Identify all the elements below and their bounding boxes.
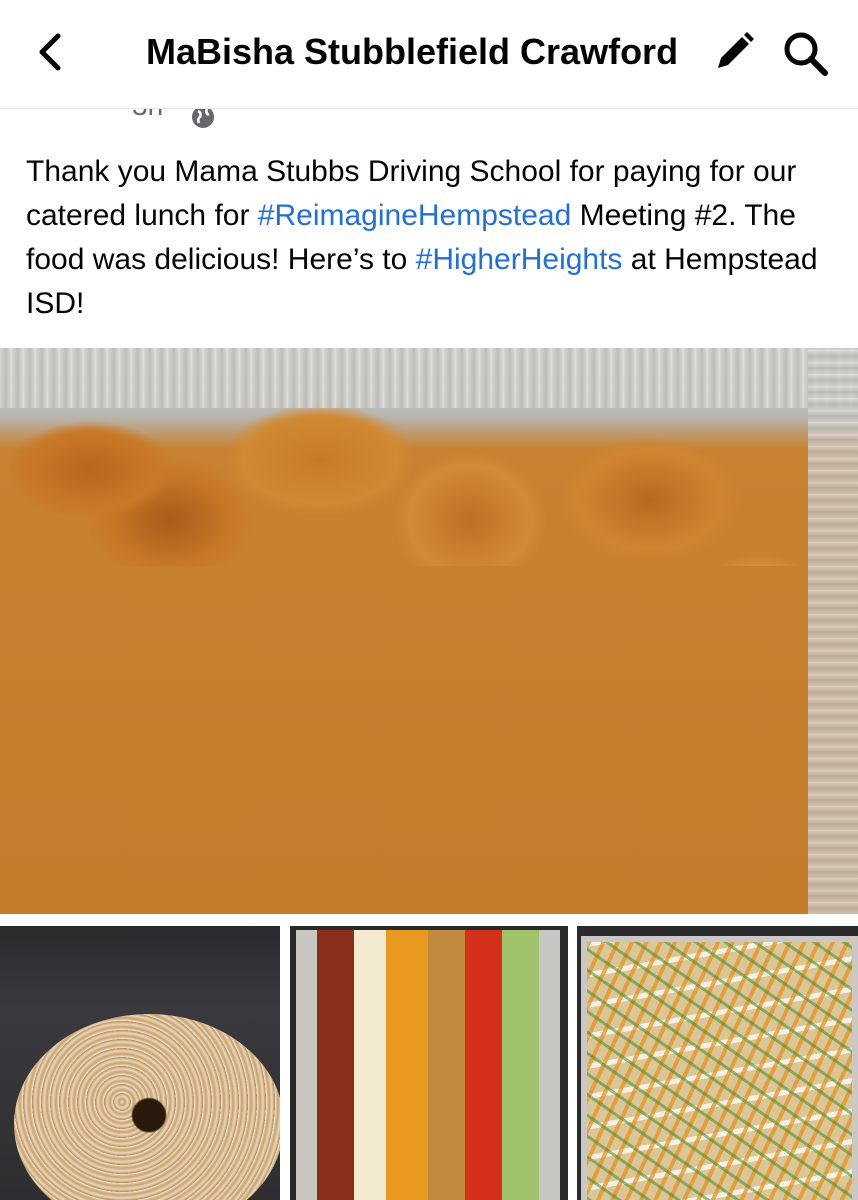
foil-pan-edge: [808, 348, 858, 914]
salad-tray: [296, 930, 560, 1200]
potato-tray: [581, 936, 858, 1200]
photo-potato-salad[interactable]: [577, 926, 858, 1200]
photo-cobb-salad[interactable]: [290, 926, 568, 1200]
chevron-left-icon: [39, 33, 61, 71]
photo-cake[interactable]: [0, 926, 280, 1200]
edit-button[interactable]: [712, 30, 756, 74]
hashtag-reimaginehempstead[interactable]: #ReimagineHempstead: [258, 199, 572, 232]
bundt-cake: [14, 1014, 280, 1200]
back-button[interactable]: [30, 30, 74, 74]
hashtag-higherheights[interactable]: #HigherHeights: [416, 243, 623, 276]
search-button[interactable]: [780, 28, 830, 78]
search-icon: [784, 32, 828, 76]
post-body-text: Thank you Mama Stubbs Driving School for…: [26, 150, 826, 326]
foil-pan-rim: [0, 348, 858, 408]
profile-name-title: MaBisha Stubblefield Crawford: [146, 31, 679, 72]
top-navigation-bar: MaBisha Stubblefield Crawford: [0, 0, 858, 109]
photo-fried-chicken[interactable]: [0, 348, 858, 914]
pencil-icon: [718, 32, 754, 68]
